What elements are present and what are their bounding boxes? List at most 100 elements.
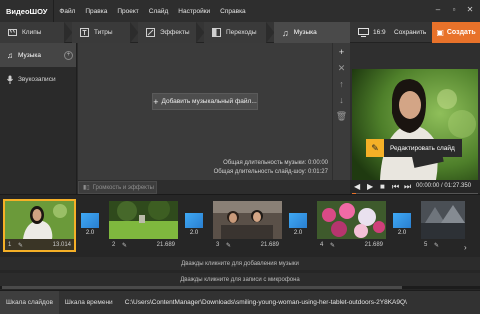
pencil-icon[interactable]: ✎: [18, 242, 23, 249]
edit-slide-button[interactable]: ✎ Редактировать слайд: [366, 139, 462, 157]
tab-transitions-label: Переходы: [226, 29, 257, 36]
sidebar-item-recordings[interactable]: Звукозаписи: [0, 67, 76, 91]
tab-bar: Клипы Титры Эффекты Переходы ♫ Музыка 16…: [0, 22, 480, 43]
info-icon[interactable]: +: [64, 51, 73, 60]
tab-clips[interactable]: Клипы: [0, 22, 64, 43]
slide-number: 1: [8, 242, 12, 248]
close-icon[interactable]: ✕: [464, 5, 476, 15]
slide-preview: [352, 69, 478, 180]
plus-icon: +: [153, 96, 159, 107]
minimize-icon[interactable]: –: [432, 5, 444, 15]
transition-icon: [81, 213, 99, 228]
video-icon: ▣: [436, 28, 444, 37]
pencil-icon[interactable]: ✎: [330, 242, 335, 249]
tab-titles-label: Титры: [94, 29, 113, 36]
effects-bar: ▮▯ Громкость и эффекты: [78, 180, 350, 194]
tab-clips-label: Клипы: [22, 29, 42, 36]
move-down-icon[interactable]: ↓: [336, 94, 348, 106]
tab-timeline-view[interactable]: Шкала времени: [59, 291, 119, 314]
aspect-ratio-button[interactable]: 16:9: [358, 22, 386, 43]
transition[interactable]: 2.0: [289, 213, 307, 237]
slide-duration: 21.689: [260, 242, 279, 248]
slide-thumbnail[interactable]: 5 ✎ 2: [421, 201, 465, 250]
slide-number: 2: [112, 242, 116, 248]
add-icon[interactable]: +: [336, 46, 348, 58]
menu-bar: ВидеоШОУ Файл Правка Проект Слайд Настро…: [0, 0, 480, 22]
tab-slides-view[interactable]: Шкала слайдов: [0, 290, 59, 314]
playback-time: 00:00:00 / 01:27.350: [416, 183, 472, 189]
move-up-icon[interactable]: ↑: [336, 78, 348, 90]
add-music-label: Добавить музыкальный файл...: [161, 98, 257, 105]
edit-slide-label: Редактировать слайд: [390, 144, 455, 152]
music-panel: + Добавить музыкальный файл... Общая дли…: [78, 43, 332, 180]
slide-thumbnail[interactable]: 4 ✎ 21.689: [317, 201, 386, 250]
tab-divider: [196, 22, 204, 43]
slide-meta: 3 ✎ 21.689: [213, 240, 282, 250]
menu-settings[interactable]: Настройки: [173, 8, 215, 15]
timeline-scrollbar[interactable]: [0, 286, 480, 289]
volume-icon[interactable]: ◀: [354, 182, 360, 192]
tab-divider: [266, 22, 274, 43]
tab-transitions[interactable]: Переходы: [204, 22, 266, 43]
remove-icon[interactable]: ✕: [336, 62, 348, 74]
transition-duration: 2.0: [397, 230, 407, 236]
scrollbar-thumb[interactable]: [2, 286, 402, 289]
app-logo: ВидеоШОУ: [0, 0, 55, 22]
create-label: Создать: [446, 29, 476, 36]
stop-icon[interactable]: ■: [380, 182, 385, 192]
music-note-icon: ♫: [7, 50, 13, 60]
previous-icon[interactable]: ⏮: [392, 182, 399, 192]
tab-effects-label: Эффекты: [160, 29, 190, 36]
effects-icon: [146, 28, 155, 37]
tab-music[interactable]: ♫ Музыка: [274, 22, 350, 43]
slide-thumbnail[interactable]: 2 ✎ 21.689: [109, 201, 178, 250]
tab-titles[interactable]: Титры: [72, 22, 130, 43]
transition[interactable]: 2.0: [185, 213, 203, 237]
next-icon[interactable]: ⏭: [404, 182, 411, 192]
music-tools: + ✕ ↑ ↓ 🗑: [332, 43, 350, 180]
music-track[interactable]: Дважды кликните для добавления музыки: [0, 257, 480, 270]
monitor-icon: [358, 28, 369, 37]
menu-help[interactable]: Справка: [215, 8, 251, 15]
menu-slide[interactable]: Слайд: [144, 8, 174, 15]
volume-effects-label: Громкость и эффекты: [92, 184, 154, 191]
music-track-hint: Дважды кликните для добавления музыки: [181, 260, 299, 267]
transition-duration: 2.0: [85, 230, 95, 236]
transition-icon: [393, 213, 411, 228]
slide-timeline: 1 ✎ 13.014 2.0 2 ✎ 21.689 2.0 3 ✎ 21.689: [0, 194, 480, 290]
pencil-icon[interactable]: ✎: [434, 242, 439, 249]
voice-track[interactable]: Дважды кликните для записи с микрофона: [0, 273, 480, 286]
pencil-icon[interactable]: ✎: [226, 242, 231, 249]
create-button[interactable]: ▣ Создать: [432, 22, 480, 43]
text-icon: [80, 28, 89, 37]
tab-music-label: Музыка: [293, 29, 317, 36]
scroll-right-icon[interactable]: ›: [464, 243, 467, 252]
slide-meta: 2 ✎ 21.689: [109, 240, 178, 250]
trash-icon[interactable]: 🗑: [336, 110, 348, 122]
pencil-icon[interactable]: ✎: [122, 242, 127, 249]
add-music-button[interactable]: + Добавить музыкальный файл...: [152, 93, 258, 110]
maximize-icon[interactable]: ▫: [448, 5, 460, 15]
menu-edit[interactable]: Правка: [80, 8, 112, 15]
preview-image: [352, 69, 478, 180]
slide-number: 5: [424, 242, 428, 248]
music-duration: Общая длительность музыки: 0:00:00: [223, 160, 328, 166]
transition[interactable]: 2.0: [81, 213, 99, 237]
transition-duration: 2.0: [189, 230, 199, 236]
slide-duration: 21.689: [364, 242, 383, 248]
film-icon: [8, 29, 17, 36]
tab-effects[interactable]: Эффекты: [138, 22, 196, 43]
slide-number: 4: [320, 242, 324, 248]
volume-effects-button[interactable]: ▮▯ Громкость и эффекты: [78, 181, 157, 194]
slide-image: [109, 201, 178, 239]
play-icon[interactable]: ▶: [367, 182, 373, 192]
slide-thumbnail[interactable]: 1 ✎ 13.014: [3, 199, 76, 252]
save-button[interactable]: Сохранить: [394, 22, 426, 43]
transition[interactable]: 2.0: [393, 213, 411, 237]
slide-image: [421, 201, 465, 239]
menu-project[interactable]: Проект: [112, 8, 143, 15]
slide-thumbnail[interactable]: 3 ✎ 21.689: [213, 201, 282, 250]
transition-icon: [289, 213, 307, 228]
menu-file[interactable]: Файл: [54, 8, 80, 15]
slide-duration: 21.689: [156, 242, 175, 248]
